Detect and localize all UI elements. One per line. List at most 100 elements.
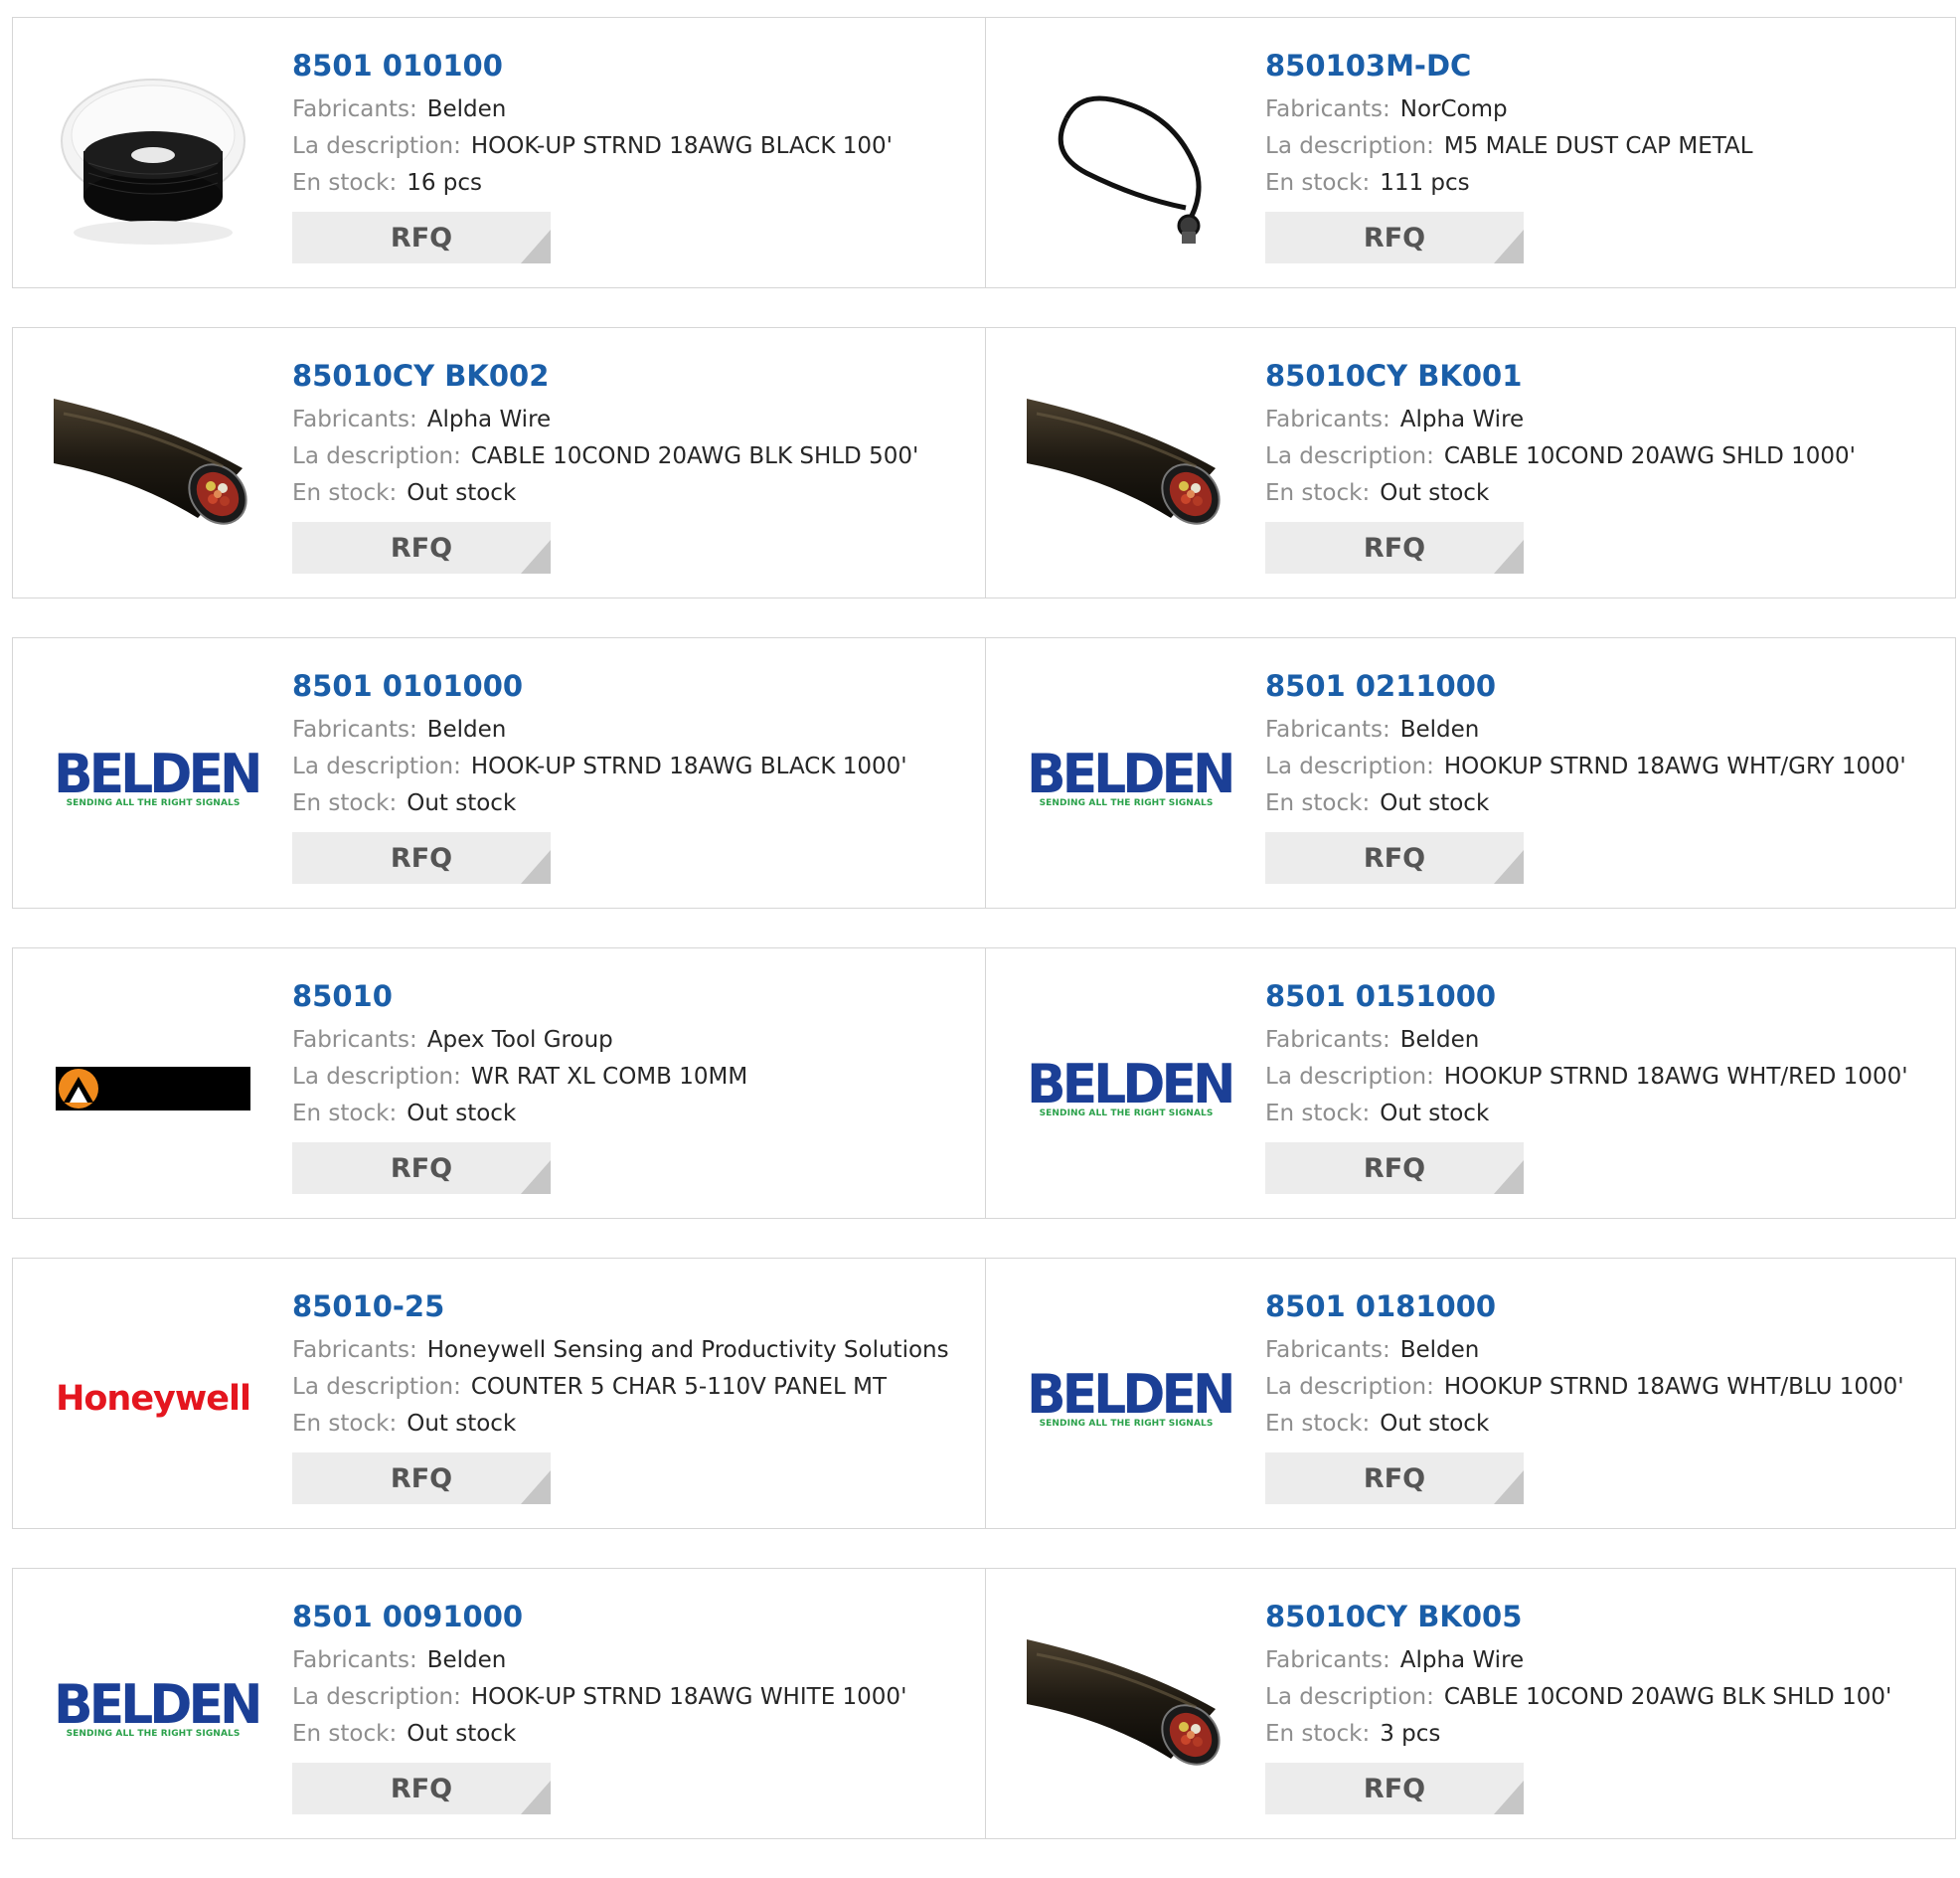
rfq-button[interactable]: RFQ — [292, 212, 551, 263]
rfq-button[interactable]: RFQ — [1265, 522, 1524, 574]
belden-logo[interactable]: BELDEN SENDING ALL THE RIGHT SIGNALS — [1026, 988, 1235, 1189]
wire-spool-image[interactable] — [53, 58, 253, 258]
part-number-link[interactable]: 850103M-DC — [1265, 48, 1945, 84]
product-info: 8501 0091000 Fabricants: Belden La descript… — [292, 1599, 975, 1814]
stock-value: Out stock — [1380, 1101, 1490, 1126]
belden-logo[interactable]: BELDEN SENDING ALL THE RIGHT SIGNALS — [1026, 678, 1235, 879]
product-card: BELDEN SENDING ALL THE RIGHT SIGNALS 8501 … — [985, 1259, 1955, 1528]
description-value: CABLE 10COND 20AWG BLK SHLD 500' — [470, 443, 919, 469]
stock-label: En stock: — [1265, 790, 1371, 816]
stock-line: En stock: Out stock — [292, 1406, 975, 1443]
rfq-button[interactable]: RFQ — [292, 1452, 551, 1504]
belden-logo: BELDEN SENDING ALL THE RIGHT SIGNALS — [1027, 1363, 1235, 1429]
part-number-link[interactable]: 85010CY BK002 — [292, 358, 975, 394]
part-number-link[interactable]: 8501 0151000 — [1265, 978, 1945, 1014]
rfq-button[interactable]: RFQ — [1265, 832, 1524, 884]
stock-line: En stock: 3 pcs — [1265, 1716, 1945, 1753]
stock-line: En stock: Out stock — [1265, 1406, 1945, 1443]
stock-value: Out stock — [1380, 790, 1490, 816]
description-label: La description: — [292, 133, 461, 159]
part-number-link[interactable]: 85010CY BK001 — [1265, 358, 1945, 394]
manufacturer-value: NorComp — [1399, 96, 1508, 122]
description-value: M5 MALE DUST CAP METAL — [1443, 133, 1753, 159]
part-number-link[interactable]: 85010CY BK005 — [1265, 1599, 1945, 1634]
rfq-button[interactable]: RFQ — [1265, 1763, 1524, 1814]
description-label: La description: — [1265, 1374, 1434, 1400]
stock-label: En stock: — [292, 480, 398, 506]
rfq-button[interactable]: RFQ — [292, 832, 551, 884]
manufacturer-line: Fabricants: Belden — [1265, 1022, 1945, 1059]
product-card: 8501 010100 Fabricants: Belden La descripti… — [13, 18, 985, 287]
manufacturer-label: Fabricants: — [1265, 1647, 1390, 1673]
honeywell-logo: Honeywell — [56, 1379, 251, 1419]
stock-label: En stock: — [292, 790, 398, 816]
rfq-button[interactable]: RFQ — [1265, 1452, 1524, 1504]
description-value: CABLE 10COND 20AWG SHLD 1000' — [1443, 443, 1856, 469]
product-info: 8501 010100 Fabricants: Belden La descripti… — [292, 48, 975, 263]
stock-value: Out stock — [1380, 480, 1490, 506]
product-info: 8501 0101000 Fabricants: Belden La descript… — [292, 668, 975, 884]
product-row: 85010CY BK002 Fabricants: Alpha Wire La des… — [12, 327, 1956, 598]
description-line: La description: CABLE 10COND 20AWG BLK SH… — [1265, 1679, 1945, 1716]
description-line: La description: WR RAT XL COMB 10MM — [292, 1059, 975, 1096]
part-number-link[interactable]: 85010 — [292, 978, 975, 1014]
dust-cap-lanyard-image[interactable] — [1026, 58, 1226, 258]
manufacturer-value: Belden — [426, 1647, 507, 1673]
manufacturer-label: Fabricants: — [292, 96, 417, 122]
stock-value: Out stock — [407, 1101, 517, 1126]
product-card: Honeywell 85010-25 Fabricants: Honeywell Se… — [13, 1259, 985, 1528]
product-card: BELDEN SENDING ALL THE RIGHT SIGNALS 8501 … — [13, 638, 985, 908]
description-label: La description: — [1265, 443, 1434, 469]
description-value: HOOKUP STRND 18AWG WHT/BLU 1000' — [1443, 1374, 1904, 1400]
manufacturer-label: Fabricants: — [1265, 1337, 1390, 1363]
part-number-link[interactable]: 8501 0101000 — [292, 668, 975, 704]
rfq-button[interactable]: RFQ — [292, 1142, 551, 1194]
description-value: HOOK-UP STRND 18AWG BLACK 100' — [470, 133, 893, 159]
belden-logo[interactable]: BELDEN SENDING ALL THE RIGHT SIGNALS — [53, 678, 262, 879]
stock-line: En stock: Out stock — [292, 785, 975, 822]
belden-logo[interactable]: BELDEN SENDING ALL THE RIGHT SIGNALS — [1026, 1298, 1235, 1499]
belden-logo: BELDEN SENDING ALL THE RIGHT SIGNALS — [1027, 1053, 1235, 1118]
part-number-link[interactable]: 8501 0091000 — [292, 1599, 975, 1634]
part-number-link[interactable]: 8501 0181000 — [1265, 1288, 1945, 1324]
product-row: Honeywell 85010-25 Fabricants: Honeywell Se… — [12, 1258, 1956, 1529]
description-value: CABLE 10COND 20AWG BLK SHLD 100' — [1443, 1684, 1892, 1710]
product-info: 85010 Fabricants: Apex Tool Group La descri… — [292, 978, 975, 1194]
apex-logo[interactable] — [53, 988, 253, 1189]
honeywell-logo[interactable]: Honeywell — [53, 1298, 253, 1499]
rfq-button[interactable]: RFQ — [1265, 1142, 1524, 1194]
cable-cross-section-image[interactable] — [53, 368, 253, 569]
description-line: La description: HOOK-UP STRND 18AWG WHITE… — [292, 1679, 975, 1716]
product-row: BELDEN SENDING ALL THE RIGHT SIGNALS 8501 … — [12, 637, 1956, 909]
product-info: 85010CY BK002 Fabricants: Alpha Wire La des… — [292, 358, 975, 574]
manufacturer-value: Belden — [426, 717, 507, 743]
stock-value: Out stock — [407, 790, 517, 816]
cable-cross-section-image[interactable] — [1026, 368, 1226, 569]
part-number-link[interactable]: 8501 010100 — [292, 48, 975, 84]
stock-value: Out stock — [407, 1411, 517, 1437]
belden-logo: BELDEN SENDING ALL THE RIGHT SIGNALS — [1027, 743, 1235, 808]
product-card: 85010 Fabricants: Apex Tool Group La descri… — [13, 948, 985, 1218]
description-value: HOOK-UP STRND 18AWG BLACK 1000' — [470, 754, 907, 779]
part-number-link[interactable]: 8501 0211000 — [1265, 668, 1945, 704]
part-number-link[interactable]: 85010-25 — [292, 1288, 975, 1324]
manufacturer-line: Fabricants: Honeywell Sensing and Product… — [292, 1332, 975, 1369]
product-card: BELDEN SENDING ALL THE RIGHT SIGNALS 8501 … — [13, 1569, 985, 1838]
description-label: La description: — [1265, 754, 1434, 779]
manufacturer-line: Fabricants: Belden — [1265, 1332, 1945, 1369]
rfq-button[interactable]: RFQ — [292, 522, 551, 574]
stock-line: En stock: 111 pcs — [1265, 165, 1945, 202]
product-card: BELDEN SENDING ALL THE RIGHT SIGNALS 8501 … — [985, 948, 1955, 1218]
manufacturer-label: Fabricants: — [292, 1027, 417, 1053]
rfq-button[interactable]: RFQ — [1265, 212, 1524, 263]
stock-line: En stock: Out stock — [1265, 475, 1945, 512]
cable-cross-section-image[interactable] — [1026, 1609, 1226, 1809]
stock-label: En stock: — [1265, 170, 1371, 196]
product-info: 8501 0181000 Fabricants: Belden La descript… — [1265, 1288, 1945, 1504]
belden-logo[interactable]: BELDEN SENDING ALL THE RIGHT SIGNALS — [53, 1609, 262, 1809]
manufacturer-line: Fabricants: Belden — [292, 1642, 975, 1679]
belden-logo: BELDEN SENDING ALL THE RIGHT SIGNALS — [54, 1673, 262, 1739]
stock-label: En stock: — [292, 1721, 398, 1747]
product-grid: 8501 010100 Fabricants: Belden La descripti… — [12, 17, 1956, 1878]
rfq-button[interactable]: RFQ — [292, 1763, 551, 1814]
